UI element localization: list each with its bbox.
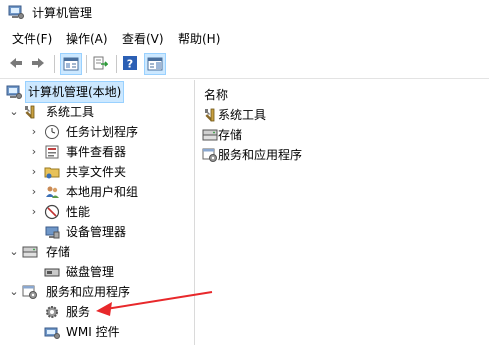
annotation-arrow xyxy=(96,291,213,316)
